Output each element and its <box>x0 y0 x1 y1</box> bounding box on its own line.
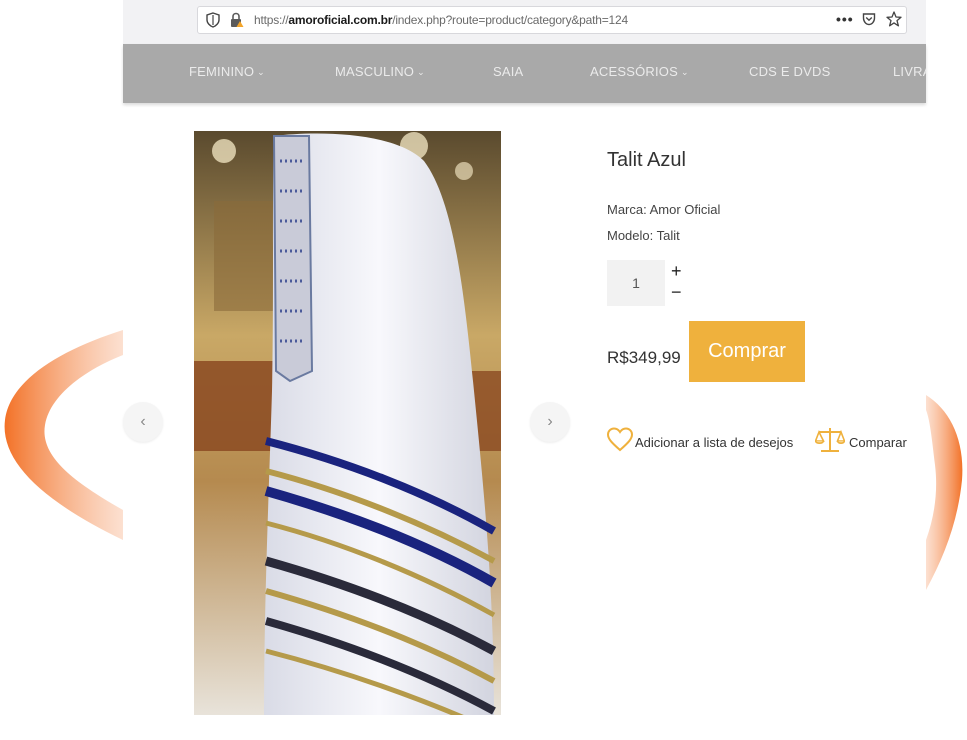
nav-item-label: MASCULINO <box>335 64 415 79</box>
carousel-next-button[interactable]: › <box>530 402 570 442</box>
url-text[interactable]: https://amoroficial.com.br/index.php?rou… <box>254 13 628 27</box>
page-frame: https://amoroficial.com.br/index.php?rou… <box>123 0 926 740</box>
more-icon[interactable]: ••• <box>836 11 854 27</box>
product-price: R$349,99 <box>607 348 681 367</box>
product-image[interactable] <box>194 131 501 715</box>
wishlist-label: Adicionar a lista de desejos <box>635 435 794 450</box>
nav-item-label: CDS E DVDS <box>749 64 831 79</box>
lock-warning-icon[interactable] <box>230 12 244 28</box>
compare-label: Comparar <box>849 435 907 450</box>
nav-item-masculino[interactable]: MASCULINO ⌄ <box>335 64 425 79</box>
quantity-increase-button[interactable]: + <box>671 262 682 280</box>
page-actions: ••• <box>836 11 906 31</box>
main-navigation: FEMININO ⌄ MASCULINO ⌄ SAIA ACESSÓRIOS ⌄ CD… <box>123 44 926 103</box>
quantity-input[interactable]: 1 <box>607 260 665 306</box>
heart-icon <box>607 427 633 452</box>
quantity-decrease-button[interactable]: − <box>671 283 682 301</box>
star-icon[interactable] <box>886 11 902 27</box>
scale-icon <box>815 428 845 452</box>
product-title: Talit Azul <box>607 149 686 171</box>
nav-item-label: ACESSÓRIOS <box>590 64 678 79</box>
nav-item-label: FEMININO <box>189 64 255 79</box>
nav-item-livraria[interactable]: LIVRA <box>893 64 926 79</box>
nav-item-feminino[interactable]: FEMININO ⌄ <box>189 64 265 79</box>
browser-toolbar: https://amoroficial.com.br/index.php?rou… <box>123 0 926 44</box>
nav-item-acessorios[interactable]: ACESSÓRIOS ⌄ <box>590 64 689 79</box>
product-model: Modelo: Talit <box>607 228 680 243</box>
chevron-down-icon: ⌄ <box>257 67 265 77</box>
nav-item-label: SAIA <box>493 64 524 79</box>
buy-button[interactable]: Comprar <box>689 321 805 382</box>
pocket-icon[interactable] <box>862 12 876 26</box>
url-host: amoroficial.com.br <box>288 13 393 27</box>
product-brand: Marca: Amor Oficial <box>607 202 721 217</box>
nav-item-cds-dvds[interactable]: CDS E DVDS <box>749 64 830 79</box>
carousel-prev-button[interactable]: ‹ <box>123 402 163 442</box>
shield-icon[interactable] <box>206 12 220 28</box>
address-bar[interactable]: https://amoroficial.com.br/index.php?rou… <box>197 6 907 34</box>
chevron-down-icon: ⌄ <box>417 67 425 77</box>
nav-item-saia[interactable]: SAIA <box>493 64 523 79</box>
nav-item-label: LIVRA <box>893 64 926 79</box>
chevron-down-icon: ⌄ <box>680 67 689 77</box>
url-prefix: https:// <box>254 13 289 27</box>
url-path: /index.php?route=product/category&path=1… <box>392 13 628 27</box>
